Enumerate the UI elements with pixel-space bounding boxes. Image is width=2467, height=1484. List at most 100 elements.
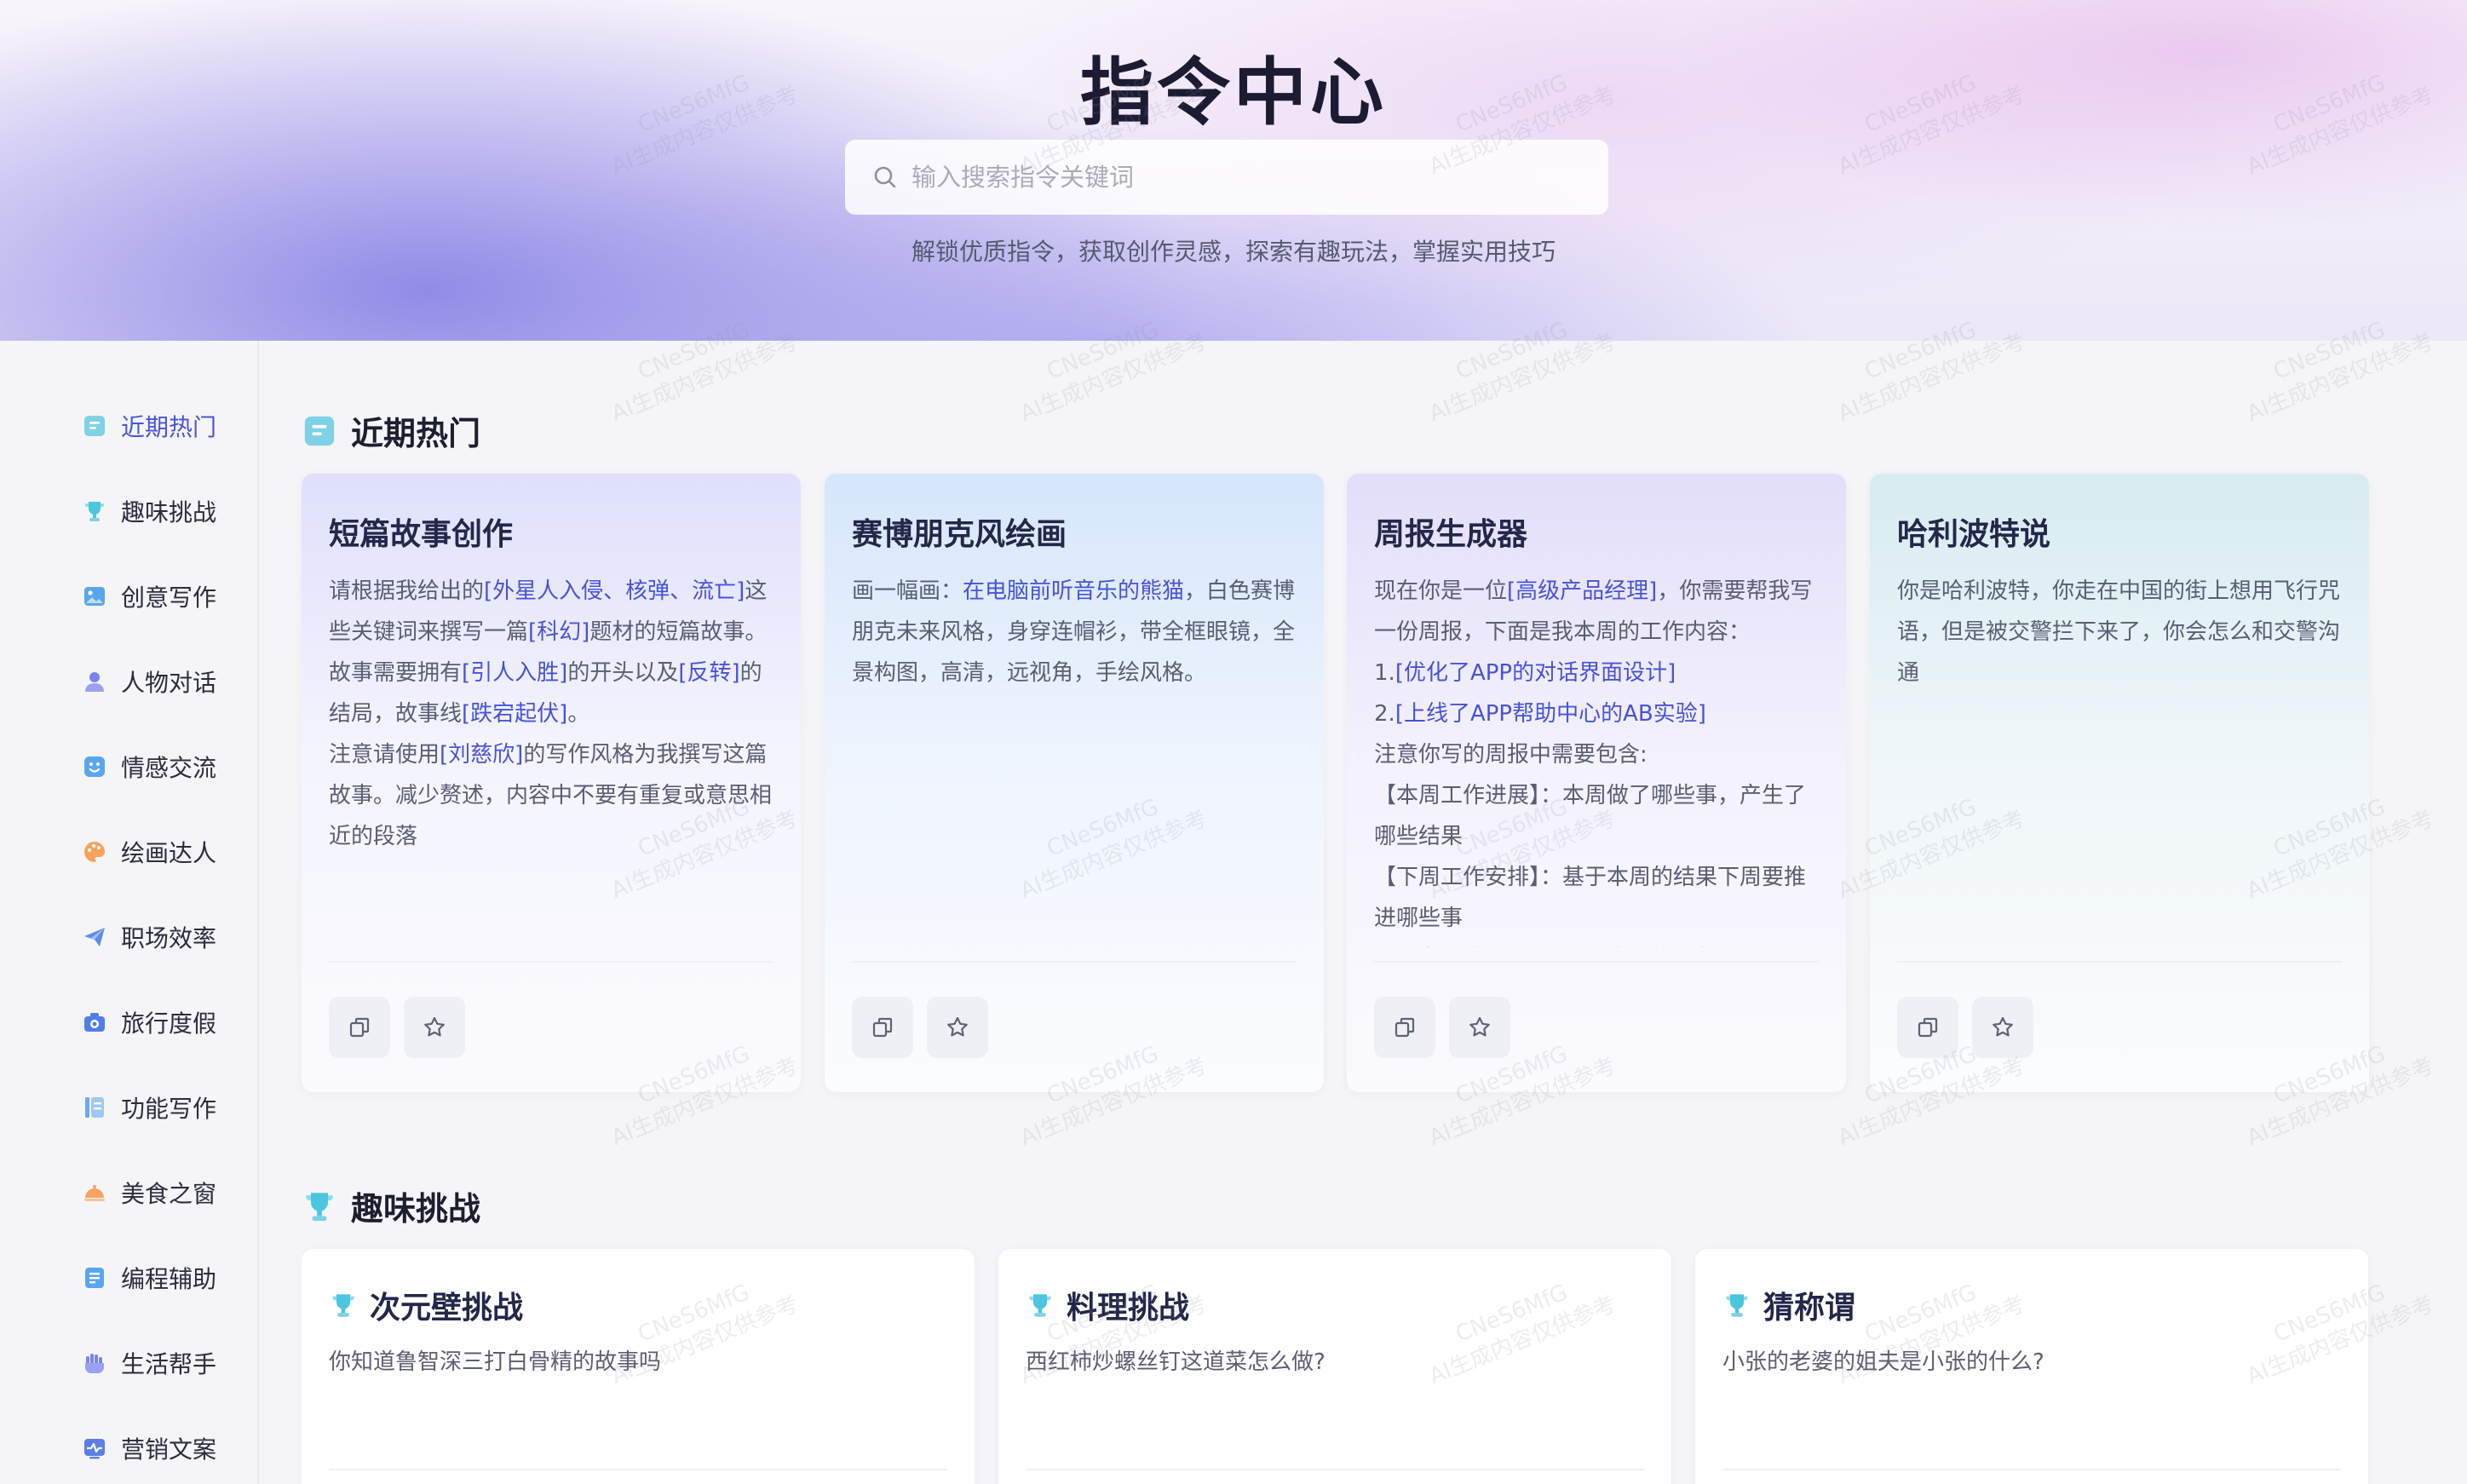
sidebar-item-hot[interactable]: 近期热门 xyxy=(82,400,216,452)
sidebar-item-travel[interactable]: 旅行度假 xyxy=(82,997,216,1048)
sidebar-item-creative-writing[interactable]: 创意写作 xyxy=(82,571,216,622)
prompt-card[interactable]: 哈利波特说 你是哈利波特，你走在中国的街上想用飞行咒语，但是被交警拦下来了，你会… xyxy=(1870,474,2369,1092)
highlight-keyword: [刘慈欣] xyxy=(440,742,524,768)
watermark-line: AI生成内容仅供参考 xyxy=(1425,328,1620,428)
star-icon xyxy=(1990,1015,2016,1040)
card-body: 现在你是一位[高级产品经理]，你需要帮我写一份周报，下面是我本周的工作内容： 1.… xyxy=(1374,571,1819,947)
sidebar-item-coding[interactable]: 编程辅助 xyxy=(82,1252,216,1303)
page-title: 指令中心 xyxy=(1080,50,1387,135)
sidebar-item-life[interactable]: 生活帮手 xyxy=(82,1337,216,1389)
copy-button[interactable] xyxy=(329,997,390,1058)
challenge-card[interactable]: 猜称谓 小张的老婆的姐夫是小张的什么? xyxy=(1695,1249,2368,1484)
highlight-keyword: [优化了APP的对话界面设计] xyxy=(1395,660,1676,686)
sidebar: 近期热门 趣味挑战 创意写作 人物对话 情感交流 绘画达人 职场效率 旅行度假 … xyxy=(0,341,259,1484)
glove-icon xyxy=(82,1350,107,1376)
highlight-keyword: [反转] xyxy=(678,660,740,686)
sidebar-item-challenge[interactable]: 趣味挑战 xyxy=(82,486,216,537)
prompt-card[interactable]: 周报生成器 现在你是一位[高级产品经理]，你需要帮我写一份周报，下面是我本周的工… xyxy=(1347,474,1846,1092)
section-heading-hot: 近期热门 xyxy=(302,407,480,454)
text-segment: 注意请使用 xyxy=(329,742,440,768)
copy-button[interactable] xyxy=(1374,997,1435,1058)
sidebar-item-workplace[interactable]: 职场效率 xyxy=(82,912,216,963)
challenge-title-row: 料理挑战 xyxy=(1026,1283,1189,1327)
copy-button[interactable] xyxy=(852,997,913,1058)
card-paragraph: 【思考总结】：简要说说本周的收获和反思 xyxy=(1374,939,1819,947)
dish-icon xyxy=(82,1180,107,1205)
section-heading-challenge: 趣味挑战 xyxy=(302,1182,480,1229)
paper-plane-icon xyxy=(82,924,107,950)
card-paragraph: 2.[上线了APP帮助中心的AB实验] xyxy=(1374,693,1819,734)
person-icon xyxy=(82,669,107,694)
highlight-keyword: 在电脑前听音乐的熊猫 xyxy=(963,578,1185,604)
challenge-card[interactable]: 料理挑战 西红柿炒螺丝钉这道菜怎么做? xyxy=(998,1249,1671,1484)
hot-doc-icon xyxy=(302,413,337,449)
card-title: 赛博朋克风绘画 xyxy=(852,517,1067,552)
book-icon xyxy=(82,1095,107,1120)
hero-banner: 指令中心 解锁优质指令，获取创作灵感，探索有趣玩法，掌握实用技巧 xyxy=(0,0,2467,341)
text-segment: 画一幅画： xyxy=(852,578,963,604)
sidebar-item-functional-writing[interactable]: 功能写作 xyxy=(82,1082,216,1133)
divider xyxy=(852,961,1297,963)
challenge-card[interactable]: 次元壁挑战 你知道鲁智深三打白骨精的故事吗 xyxy=(302,1249,975,1484)
text-segment: 2. xyxy=(1374,701,1395,727)
camera-icon xyxy=(82,1009,107,1035)
highlight-keyword: [高级产品经理] xyxy=(1507,578,1658,604)
copy-button[interactable] xyxy=(1897,997,1958,1058)
highlight-keyword: [上线了APP帮助中心的AB实验] xyxy=(1395,701,1706,727)
watermark-line: AI生成内容仅供参考 xyxy=(1016,328,1211,428)
watermark-line: AI生成内容仅供参考 xyxy=(1834,328,2029,428)
card-paragraph: 1.[优化了APP的对话界面设计] xyxy=(1374,653,1819,693)
sidebar-item-label: 绘画达人 xyxy=(121,839,217,867)
smile-icon xyxy=(82,754,107,779)
favorite-button[interactable] xyxy=(1449,997,1510,1058)
challenge-title-row: 猜称谓 xyxy=(1722,1283,1855,1327)
sidebar-item-label: 营销文案 xyxy=(121,1435,217,1464)
code-doc-icon xyxy=(82,1265,107,1291)
prompt-card[interactable]: 短篇故事创作 请根据我给出的[外星人入侵、核弹、流亡]这些关键词来撰写一篇[科幻… xyxy=(302,474,801,1092)
prompt-card[interactable]: 赛博朋克风绘画 画一幅画：在电脑前听音乐的熊猫，白色赛博朋克未来风格，身穿连帽衫… xyxy=(825,474,1324,1092)
text-segment: 现在你是一位 xyxy=(1374,578,1508,604)
sidebar-item-label: 美食之窗 xyxy=(121,1180,217,1208)
card-body: 画一幅画：在电脑前听音乐的熊猫，白色赛博朋克未来风格，身穿连帽衫，带全框眼镜，全… xyxy=(852,571,1297,947)
search-box[interactable] xyxy=(845,140,1608,215)
hot-doc-icon xyxy=(82,413,107,439)
divider xyxy=(1374,961,1819,963)
card-body: 你是哈利波特，你走在中国的街上想用飞行咒语，但是被交警拦下来了，你会怎么和交警沟… xyxy=(1897,571,2342,947)
card-paragraph: 现在你是一位[高级产品经理]，你需要帮我写一份周报，下面是我本周的工作内容： xyxy=(1374,571,1819,653)
divider xyxy=(1722,1469,2341,1470)
star-icon xyxy=(1467,1015,1492,1040)
card-title: 周报生成器 xyxy=(1374,517,1528,552)
challenge-title-row: 次元壁挑战 xyxy=(329,1283,523,1327)
card-title: 短篇故事创作 xyxy=(329,517,514,552)
sidebar-item-dialogue[interactable]: 人物对话 xyxy=(82,656,216,707)
sidebar-item-label: 旅行度假 xyxy=(121,1009,217,1038)
favorite-button[interactable] xyxy=(927,997,988,1058)
trophy-icon xyxy=(1722,1291,1751,1320)
card-title: 哈利波特说 xyxy=(1897,517,2051,552)
chart-pulse-icon xyxy=(82,1435,107,1461)
text-segment: 的开头以及 xyxy=(567,660,679,686)
favorite-button[interactable] xyxy=(1972,997,2033,1058)
card-paragraph: 你是哈利波特，你走在中国的街上想用飞行咒语，但是被交警拦下来了，你会怎么和交警沟… xyxy=(1897,571,2342,693)
search-input[interactable] xyxy=(911,163,1576,192)
favorite-button[interactable] xyxy=(404,997,465,1058)
challenge-text: 你知道鲁智深三打白骨精的故事吗 xyxy=(329,1349,662,1375)
trophy-icon xyxy=(302,1188,337,1224)
text-segment: 1. xyxy=(1374,660,1395,686)
highlight-keyword: [引人入胜] xyxy=(462,660,568,686)
copy-icon xyxy=(347,1015,372,1040)
sidebar-item-marketing[interactable]: 营销文案 xyxy=(82,1423,216,1474)
sidebar-item-food[interactable]: 美食之窗 xyxy=(82,1167,216,1218)
card-paragraph: 【下周工作安排】：基于本周的结果下周要推进哪些事 xyxy=(1374,857,1819,939)
watermark-line: AI生成内容仅供参考 xyxy=(607,328,802,428)
sidebar-item-painting[interactable]: 绘画达人 xyxy=(82,826,216,877)
trophy-icon xyxy=(329,1291,358,1320)
hero-subtitle: 解锁优质指令，获取创作灵感，探索有趣玩法，掌握实用技巧 xyxy=(911,238,1556,266)
watermark-line: AI生成内容仅供参考 xyxy=(2243,328,2438,428)
sidebar-item-label: 功能写作 xyxy=(121,1095,217,1123)
text-segment: 。 xyxy=(567,701,590,727)
highlight-keyword: [跌宕起伏] xyxy=(462,701,568,727)
star-icon xyxy=(422,1015,447,1040)
star-icon xyxy=(945,1015,970,1040)
sidebar-item-emotion[interactable]: 情感交流 xyxy=(82,741,216,792)
